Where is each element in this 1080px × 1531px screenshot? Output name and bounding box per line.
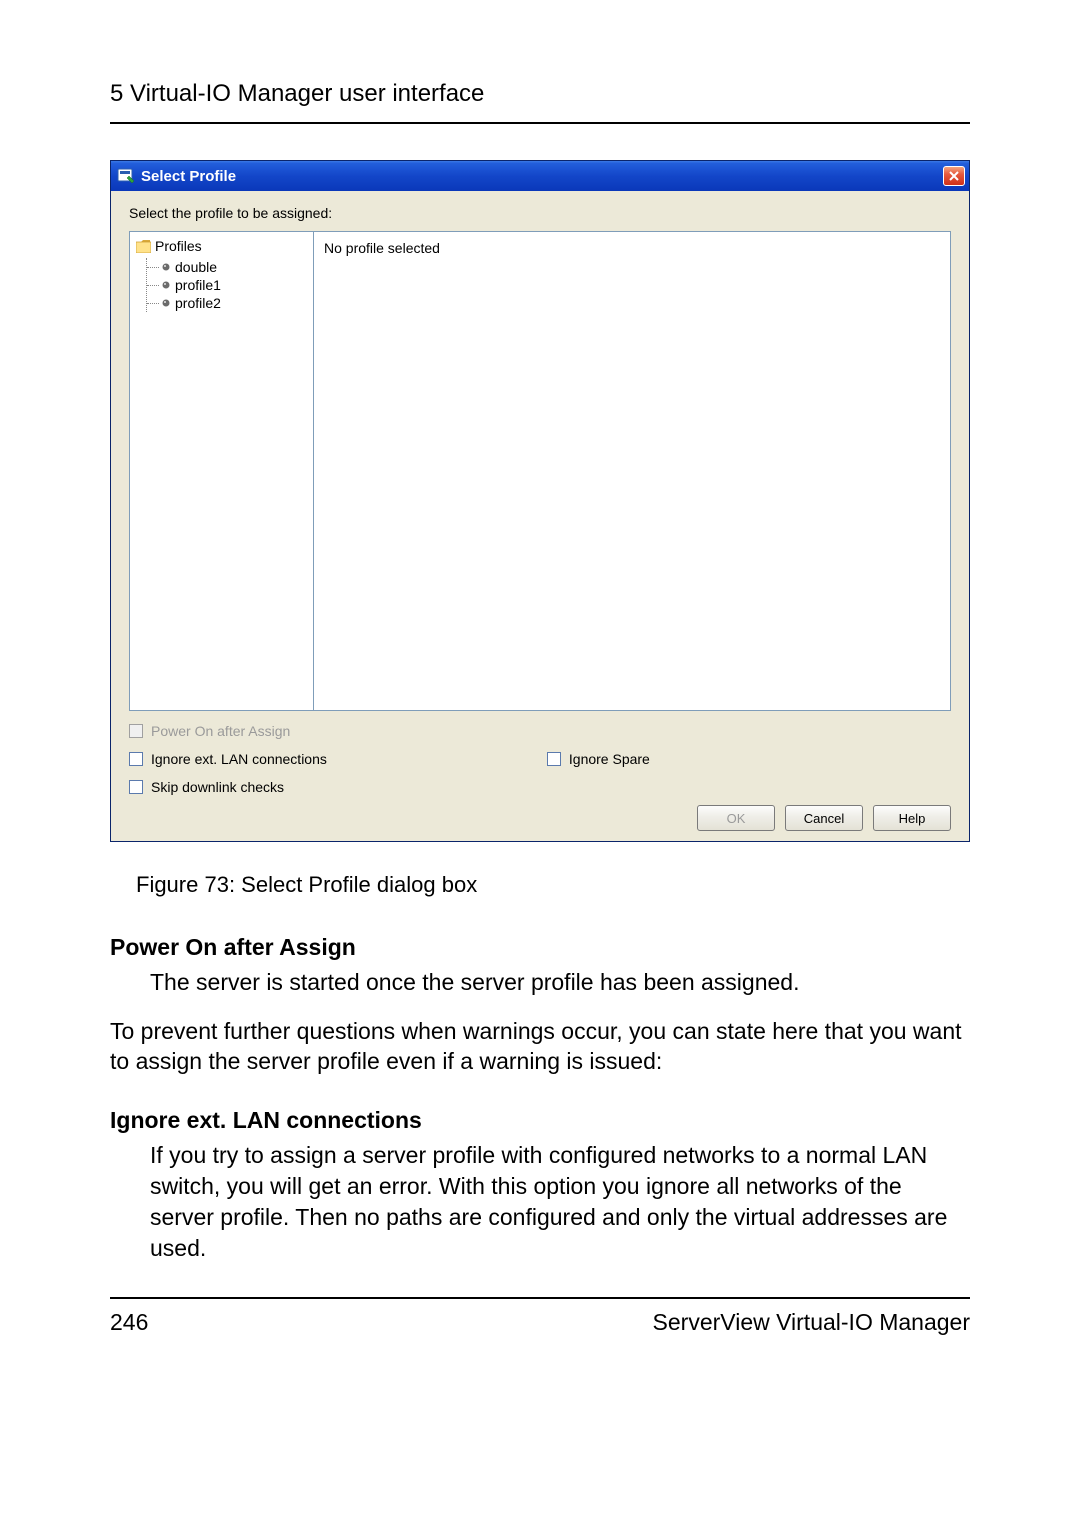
node-icon bbox=[161, 298, 171, 308]
power-on-checkbox-label: Power On after Assign bbox=[151, 723, 290, 739]
select-profile-dialog: Select Profile Select the profile to be … bbox=[110, 160, 970, 842]
detail-text: No profile selected bbox=[324, 240, 440, 256]
section-heading-ignore-lan: Ignore ext. LAN connections bbox=[110, 1105, 970, 1136]
figure-caption: Figure 73: Select Profile dialog box bbox=[136, 872, 970, 898]
ignore-spare-checkbox-label: Ignore Spare bbox=[569, 751, 650, 767]
product-name: ServerView Virtual-IO Manager bbox=[653, 1309, 970, 1336]
profile-tree[interactable]: Profiles double p bbox=[129, 231, 314, 711]
dialog-instruction: Select the profile to be assigned: bbox=[129, 205, 951, 221]
tree-root-label: Profiles bbox=[155, 238, 202, 254]
dialog-title: Select Profile bbox=[141, 168, 943, 185]
checkbox-group: Power On after Assign Ignore ext. LAN co… bbox=[129, 723, 951, 795]
cancel-button[interactable]: Cancel bbox=[785, 805, 863, 831]
ignore-lan-checkbox-label: Ignore ext. LAN connections bbox=[151, 751, 327, 767]
section-heading-power-on: Power On after Assign bbox=[110, 932, 970, 963]
tree-item-label: double bbox=[175, 259, 217, 275]
intermediate-paragraph: To prevent further questions when warnin… bbox=[110, 1016, 970, 1078]
dialog-titlebar: Select Profile bbox=[111, 161, 969, 191]
folder-icon bbox=[136, 240, 151, 253]
node-icon bbox=[161, 262, 171, 272]
help-button[interactable]: Help bbox=[873, 805, 951, 831]
power-on-checkbox bbox=[129, 724, 143, 738]
app-icon bbox=[117, 167, 135, 185]
page-header: 5 Virtual-IO Manager user interface bbox=[110, 80, 970, 108]
node-icon bbox=[161, 280, 171, 290]
section-text-power-on: The server is started once the server pr… bbox=[150, 967, 970, 998]
tree-item[interactable]: profile2 bbox=[147, 294, 309, 312]
section-text-ignore-lan: If you try to assign a server profile wi… bbox=[150, 1140, 970, 1263]
skip-downlink-checkbox-label: Skip downlink checks bbox=[151, 779, 284, 795]
close-button[interactable] bbox=[943, 166, 965, 186]
page-number: 246 bbox=[110, 1309, 148, 1336]
header-rule bbox=[110, 122, 970, 124]
ignore-lan-checkbox[interactable] bbox=[129, 752, 143, 766]
ignore-spare-checkbox[interactable] bbox=[547, 752, 561, 766]
tree-item[interactable]: profile1 bbox=[147, 276, 309, 294]
profile-detail-panel: No profile selected bbox=[314, 231, 951, 711]
dialog-body: Select the profile to be assigned: Profi… bbox=[111, 191, 969, 841]
ok-button: OK bbox=[697, 805, 775, 831]
tree-item-label: profile2 bbox=[175, 295, 221, 311]
tree-item-label: profile1 bbox=[175, 277, 221, 293]
skip-downlink-checkbox[interactable] bbox=[129, 780, 143, 794]
footer-rule bbox=[110, 1297, 970, 1299]
tree-root-node[interactable]: Profiles bbox=[134, 238, 309, 254]
tree-item[interactable]: double bbox=[147, 258, 309, 276]
